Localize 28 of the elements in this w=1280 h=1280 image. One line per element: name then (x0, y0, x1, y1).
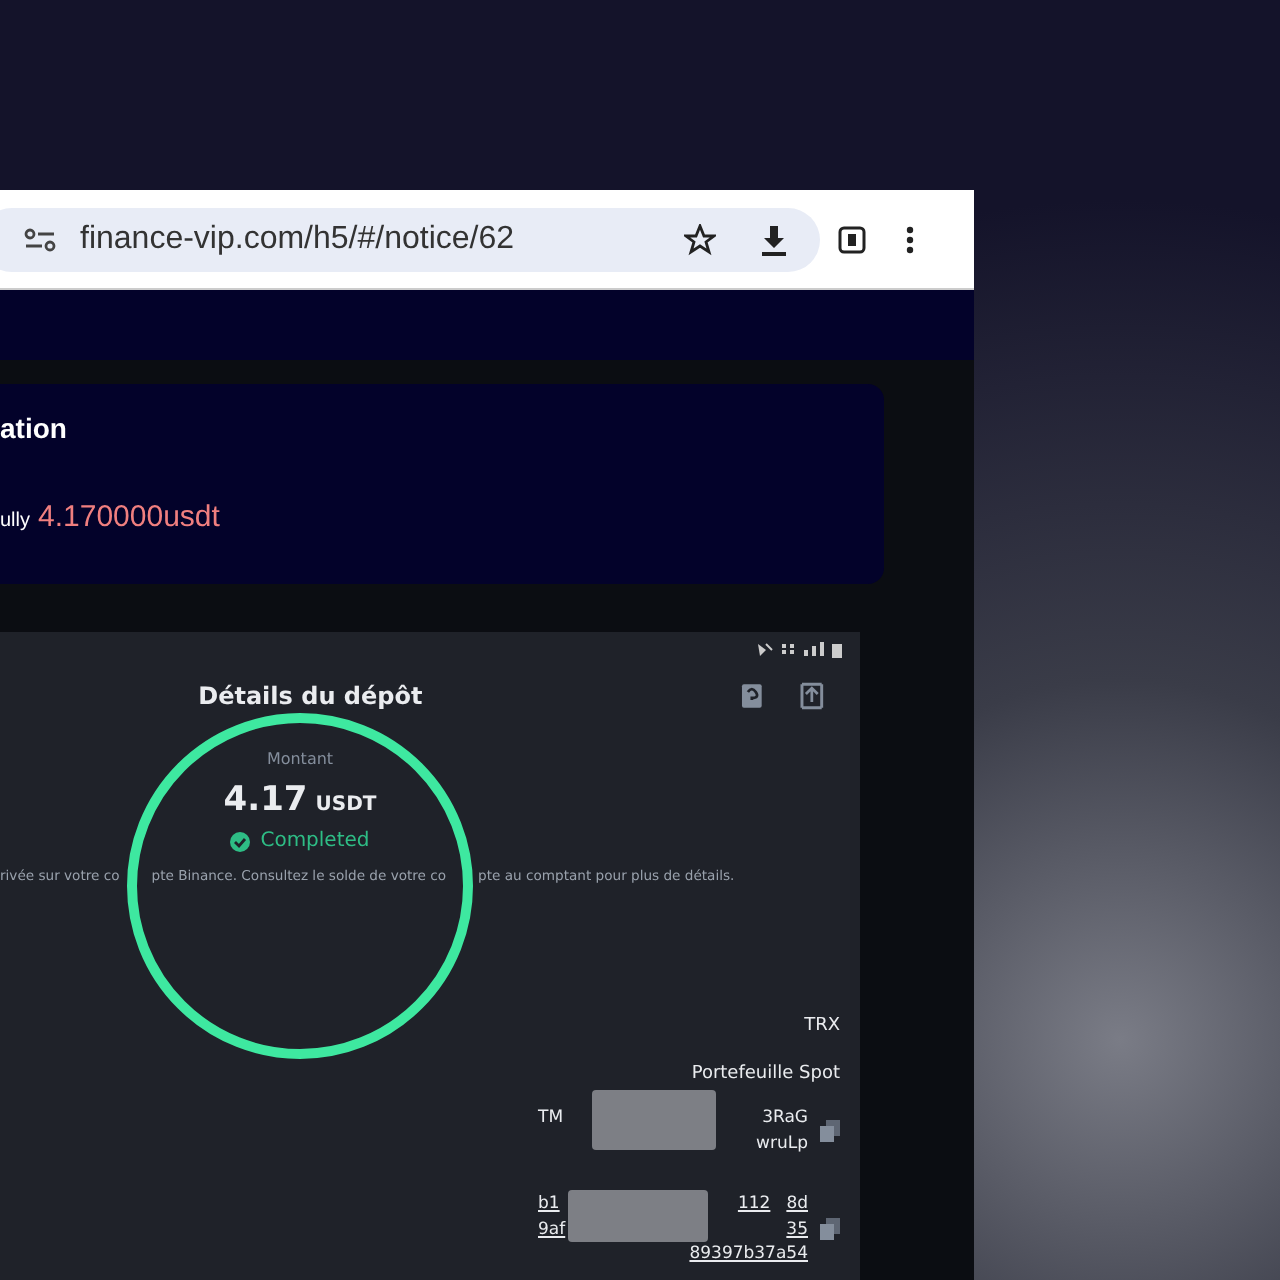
amount-label: Montant (266, 750, 334, 768)
screen-title: Détails du dépôt (196, 682, 425, 710)
amount-value: 4.17 (223, 780, 308, 820)
address-text: 3RaG (762, 1108, 808, 1128)
help-icon[interactable] (740, 682, 765, 710)
check-circle-icon (230, 831, 251, 851)
tab-switcher-icon[interactable] (838, 225, 866, 253)
download-icon[interactable] (760, 223, 788, 255)
deposit-amount: 4.170000usdt (38, 500, 220, 534)
redaction-mark (568, 1190, 708, 1242)
star-icon[interactable] (684, 223, 716, 255)
wallet-value: Portefeuille Spot (691, 1064, 840, 1084)
status-text: Completed (260, 830, 370, 852)
redaction-mark (592, 1090, 716, 1150)
notice-title: ation (0, 412, 67, 444)
notice-text: ully (0, 510, 31, 532)
copy-icon[interactable] (820, 1120, 840, 1142)
site-settings-icon[interactable] (24, 227, 56, 251)
copy-icon[interactable] (820, 1218, 840, 1240)
currency-label: USDT (315, 794, 377, 816)
menu-icon[interactable] (906, 225, 914, 253)
address-bar[interactable]: finance-vip.com/h5/#/notice/62 (0, 207, 820, 271)
share-icon[interactable] (800, 682, 825, 710)
address-text: wruLp (756, 1134, 808, 1154)
address-text: TM (538, 1108, 564, 1128)
network-value: TRX (804, 1016, 840, 1036)
url-text: finance-vip.com/h5/#/notice/62 (80, 221, 517, 257)
status-icons (756, 640, 844, 658)
